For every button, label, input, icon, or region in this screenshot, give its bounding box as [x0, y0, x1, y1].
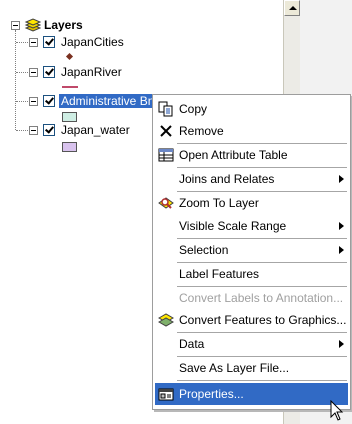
table-icon [158, 148, 174, 162]
menu-item-selection[interactable]: Selection [155, 239, 348, 261]
submenu-arrow-icon [339, 222, 344, 230]
menu-item-label: Label Features [179, 267, 260, 281]
menu-item-convert-labels-to-annotation[interactable]: Convert Labels to Annotation... [155, 287, 348, 309]
layer-visibility-checkbox[interactable] [43, 95, 55, 107]
submenu-arrow-icon [339, 246, 344, 254]
zoom-to-layer-icon [158, 197, 174, 209]
layer-name-japan-water[interactable]: Japan_water [61, 123, 130, 137]
menu-item-copy[interactable]: Copy [155, 98, 348, 120]
menu-item-open-attribute-table[interactable]: Open Attribute Table [155, 144, 348, 166]
menu-item-label: Open Attribute Table [179, 148, 288, 162]
menu-item-label: Copy [179, 102, 208, 116]
layer-name-japancities[interactable]: JapanCities [61, 35, 124, 49]
menu-item-joins-and-relates[interactable]: Joins and Relates [155, 168, 348, 190]
copy-icon [158, 101, 173, 117]
collapse-root-button[interactable] [11, 21, 20, 30]
tree-line [16, 130, 28, 131]
remove-icon [160, 125, 172, 137]
layers-root-label[interactable]: Layers [44, 18, 83, 32]
menu-item-label: Zoom To Layer [179, 196, 259, 210]
point-symbol[interactable] [65, 52, 74, 61]
convert-graphics-icon [158, 313, 174, 327]
menu-item-label: Visible Scale Range [179, 219, 287, 233]
menu-item-label: Properties... [179, 387, 244, 401]
menu-item-label: Data [179, 337, 205, 351]
tree-line [16, 101, 28, 102]
menu-item-visible-scale-range[interactable]: Visible Scale Range [155, 215, 348, 237]
layer-context-menu: Copy Remove Open Attribute Table Joins a… [152, 94, 351, 410]
menu-item-zoom-to-layer[interactable]: Zoom To Layer [155, 192, 348, 214]
collapse-layer-button[interactable] [29, 38, 38, 47]
polygon-symbol[interactable] [62, 142, 77, 152]
properties-icon [158, 388, 174, 401]
collapse-layer-button[interactable] [29, 97, 38, 106]
menu-item-label: Save As Layer File... [179, 361, 290, 375]
submenu-arrow-icon [339, 340, 344, 348]
menu-item-label: Remove [179, 124, 224, 138]
layer-visibility-checkbox[interactable] [43, 36, 55, 48]
layers-stack-icon [24, 17, 42, 36]
menu-item-label: Joins and Relates [179, 172, 275, 186]
menu-item-label: Selection [179, 243, 229, 257]
layer-name-japanriver[interactable]: JapanRiver [61, 65, 122, 79]
menu-item-label: Convert Labels to Annotation... [179, 291, 344, 305]
line-symbol[interactable] [62, 86, 78, 88]
scroll-up-button[interactable] [284, 0, 300, 16]
menu-item-remove[interactable]: Remove [155, 120, 348, 142]
mouse-cursor-icon [330, 400, 344, 421]
collapse-layer-button[interactable] [29, 68, 38, 77]
layer-visibility-checkbox[interactable] [43, 124, 55, 136]
menu-item-properties[interactable]: Properties... [155, 383, 348, 405]
polygon-symbol[interactable] [62, 112, 77, 122]
menu-item-data[interactable]: Data [155, 333, 348, 355]
menu-item-label: Convert Features to Graphics... [179, 313, 347, 327]
tree-line [16, 42, 28, 43]
collapse-layer-button[interactable] [29, 126, 38, 135]
menu-item-save-as-layer-file[interactable]: Save As Layer File... [155, 357, 348, 379]
menu-separator [177, 380, 347, 381]
layer-visibility-checkbox[interactable] [43, 66, 55, 78]
tree-line [15, 30, 16, 130]
tree-line [16, 72, 28, 73]
submenu-arrow-icon [339, 175, 344, 183]
menu-item-convert-features-to-graphics[interactable]: Convert Features to Graphics... [155, 309, 348, 331]
menu-item-label-features[interactable]: Label Features [155, 263, 348, 285]
